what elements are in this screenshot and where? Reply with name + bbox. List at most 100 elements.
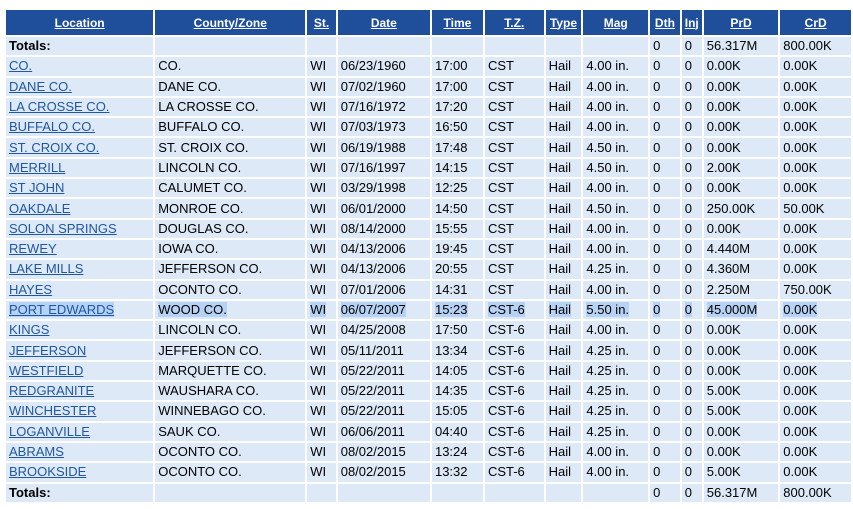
location-link[interactable]: LOGANVILLE (9, 424, 90, 439)
magnitude-td: 4.00 in. (583, 321, 649, 340)
type-td: Hail (545, 158, 582, 178)
location-link[interactable]: ST. CROIX CO. (9, 140, 99, 155)
injuries-cell: 0 (684, 78, 692, 94)
location-link[interactable]: CO. (9, 58, 32, 73)
location-link[interactable]: WINCHESTER (9, 403, 96, 418)
deaths-cell: 0 (653, 302, 661, 317)
time-zone-cell: CST (487, 139, 514, 155)
property-damage-cell: 4.360M (706, 261, 751, 277)
crop-damage-td: 0.00K (780, 463, 851, 482)
column-header-date[interactable]: Date (337, 10, 430, 35)
injuries-td: 0 (681, 463, 702, 482)
time-zone-td: CST (484, 239, 544, 259)
column-header-magnitude[interactable]: Mag (583, 10, 649, 35)
type-cell: Hail (548, 281, 572, 297)
property-damage-cell: 0.00K (706, 342, 741, 358)
type-cell: Hail (548, 241, 572, 257)
injuries-cell: 0 (684, 362, 692, 378)
deaths-td: 0 (650, 260, 680, 279)
property-damage-cell: 5.00K (706, 403, 741, 419)
time-zone-td: CST-6 (484, 300, 544, 320)
crop-damage-td: 0.00K (780, 77, 851, 96)
property-damage-cell: 0.00K (706, 423, 741, 439)
crop-damage-cell: 0.00K (783, 180, 818, 196)
location-link[interactable]: ABRAMS (9, 444, 64, 459)
location-link[interactable]: REWEY (9, 241, 57, 256)
location-link[interactable]: KINGS (9, 322, 49, 337)
county-zone-td: WOOD CO. (155, 300, 306, 320)
location-link[interactable]: JEFFERSON (9, 343, 86, 358)
location-link[interactable]: BUFFALO CO. (9, 119, 95, 134)
injuries-cell: 0 (684, 423, 692, 439)
county-zone-td: SAUK CO. (155, 422, 306, 441)
location-link[interactable]: OAKDALE (9, 201, 70, 216)
time-td: 17:00 (431, 77, 483, 96)
table-row: REWEY IOWA CO. WI 04/13/2006 19:45 CST Hail 4.0… (6, 239, 851, 259)
magnitude-td: 4.25 in. (583, 402, 649, 421)
crop-damage-td: 0.00K (780, 57, 851, 76)
location-link[interactable]: WESTFIELD (9, 363, 83, 378)
county-zone-td: WINNEBAGO CO. (155, 402, 306, 421)
magnitude-cell: 4.00 in. (586, 78, 630, 94)
location-link[interactable]: REDGRANITE (9, 383, 94, 398)
deaths-cell: 0 (653, 159, 661, 175)
time-zone-td: CST-6 (484, 463, 544, 482)
column-header-deaths[interactable]: Dth (650, 10, 680, 35)
state-cell: WI (310, 362, 327, 378)
date-td: 05/22/2011 (337, 382, 430, 401)
location-link[interactable]: BROOKSIDE (9, 464, 86, 479)
column-header-type[interactable]: Type (545, 10, 582, 35)
location-link[interactable]: DANE CO. (9, 79, 72, 94)
column-header-crop-damage[interactable]: CrD (780, 10, 851, 35)
date-td: 06/01/2000 (337, 199, 430, 218)
county-zone-td: CO. (155, 57, 306, 76)
column-header-location[interactable]: Location (6, 10, 154, 35)
deaths-td: 0 (650, 138, 680, 157)
location-link[interactable]: SOLON SPRINGS (9, 221, 117, 236)
location-link[interactable]: LAKE MILLS (9, 261, 83, 276)
location-link[interactable]: HAYES (9, 282, 52, 297)
crop-damage-cell: 0.00K (783, 58, 818, 74)
column-header-property-damage[interactable]: PrD (703, 10, 779, 35)
property-damage-cell: 5.00K (706, 464, 741, 480)
column-header-injuries[interactable]: Inj (681, 10, 702, 35)
column-header-state[interactable]: St. (307, 10, 336, 35)
county-zone-td: MONROE CO. (155, 199, 306, 218)
date-cell: 04/13/2006 (340, 261, 406, 277)
county-zone-cell: WAUSHARA CO. (158, 383, 259, 399)
state-td: WI (307, 118, 336, 137)
injuries-td: 0 (681, 118, 702, 137)
type-td: Hail (545, 463, 582, 482)
property-damage-cell: 0.00K (706, 180, 741, 196)
crop-damage-td: 0.00K (780, 361, 851, 381)
date-td: 07/16/1997 (337, 158, 430, 178)
magnitude-td: 4.25 in. (583, 422, 649, 441)
state-td: WI (307, 57, 336, 76)
column-header-time-zone[interactable]: T.Z. (484, 10, 544, 35)
location-cell: WINCHESTER (6, 402, 154, 421)
time-zone-cell: CST-6 (487, 444, 525, 460)
date-td: 04/13/2006 (337, 239, 430, 259)
table-row: DANE CO. DANE CO. WI 07/02/1960 17:00 CST Hail… (6, 77, 851, 96)
deaths-td: 0 (650, 382, 680, 401)
location-link[interactable]: MERRILL (9, 160, 65, 175)
location-cell: LA CROSSE CO. (6, 97, 154, 117)
crop-damage-td: 0.00K (780, 158, 851, 178)
deaths-cell: 0 (653, 119, 661, 135)
injuries-td: 0 (681, 57, 702, 76)
county-zone-cell: ST. CROIX CO. (158, 139, 249, 155)
state-td: WI (307, 422, 336, 441)
time-zone-td: CST (484, 57, 544, 76)
location-link[interactable]: ST JOHN (9, 180, 64, 195)
deaths-td: 0 (650, 77, 680, 96)
state-td: WI (307, 463, 336, 482)
date-td: 08/02/2015 (337, 463, 430, 482)
location-cell: BUFFALO CO. (6, 118, 154, 137)
magnitude-cell: 4.00 in. (586, 58, 630, 74)
injuries-cell: 0 (684, 322, 692, 338)
column-header-time[interactable]: Time (431, 10, 483, 35)
magnitude-td: 4.00 in. (583, 463, 649, 482)
location-link[interactable]: PORT EDWARDS (9, 302, 115, 317)
column-header-county-zone[interactable]: County/Zone (155, 10, 306, 35)
location-link[interactable]: LA CROSSE CO. (9, 99, 109, 114)
